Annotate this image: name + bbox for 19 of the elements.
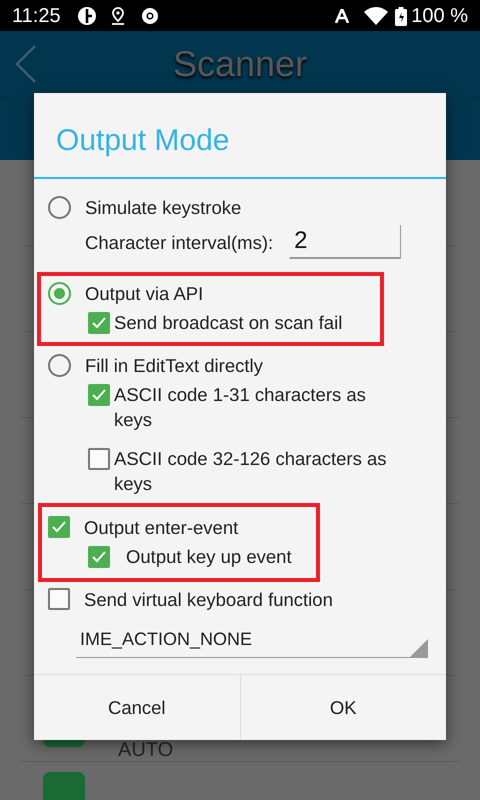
option-label: Fill in EditText directly (85, 354, 263, 378)
option-label: Simulate keystroke (85, 196, 242, 220)
option-label: ASCII code 1-31 characters as keys (114, 383, 367, 432)
clock-text: 11:25 (12, 4, 61, 28)
option-label: ASCII code 32-126 characters as keys (114, 447, 388, 496)
interval-field[interactable]: 2 (289, 225, 402, 259)
dialog-title: Output Mode (34, 93, 446, 179)
option-label: Output key up event (126, 545, 292, 569)
dialog-button[interactable]: OK (240, 675, 446, 740)
dropdown-field[interactable]: IME_ACTION_NONE (76, 626, 428, 658)
setting-value: AUTO (118, 740, 174, 760)
field-label: Character interval(ms): (85, 230, 274, 254)
battery-text: 100 % (411, 4, 468, 28)
option-label: Send broadcast on scan fail (114, 311, 342, 335)
option-label: Output enter-event (84, 516, 238, 540)
app-title: Scanner (172, 42, 308, 86)
option-label: Output via API (85, 282, 204, 306)
option-label: Send virtual keyboard function (84, 588, 333, 612)
dialog-button[interactable]: Cancel (34, 675, 240, 740)
